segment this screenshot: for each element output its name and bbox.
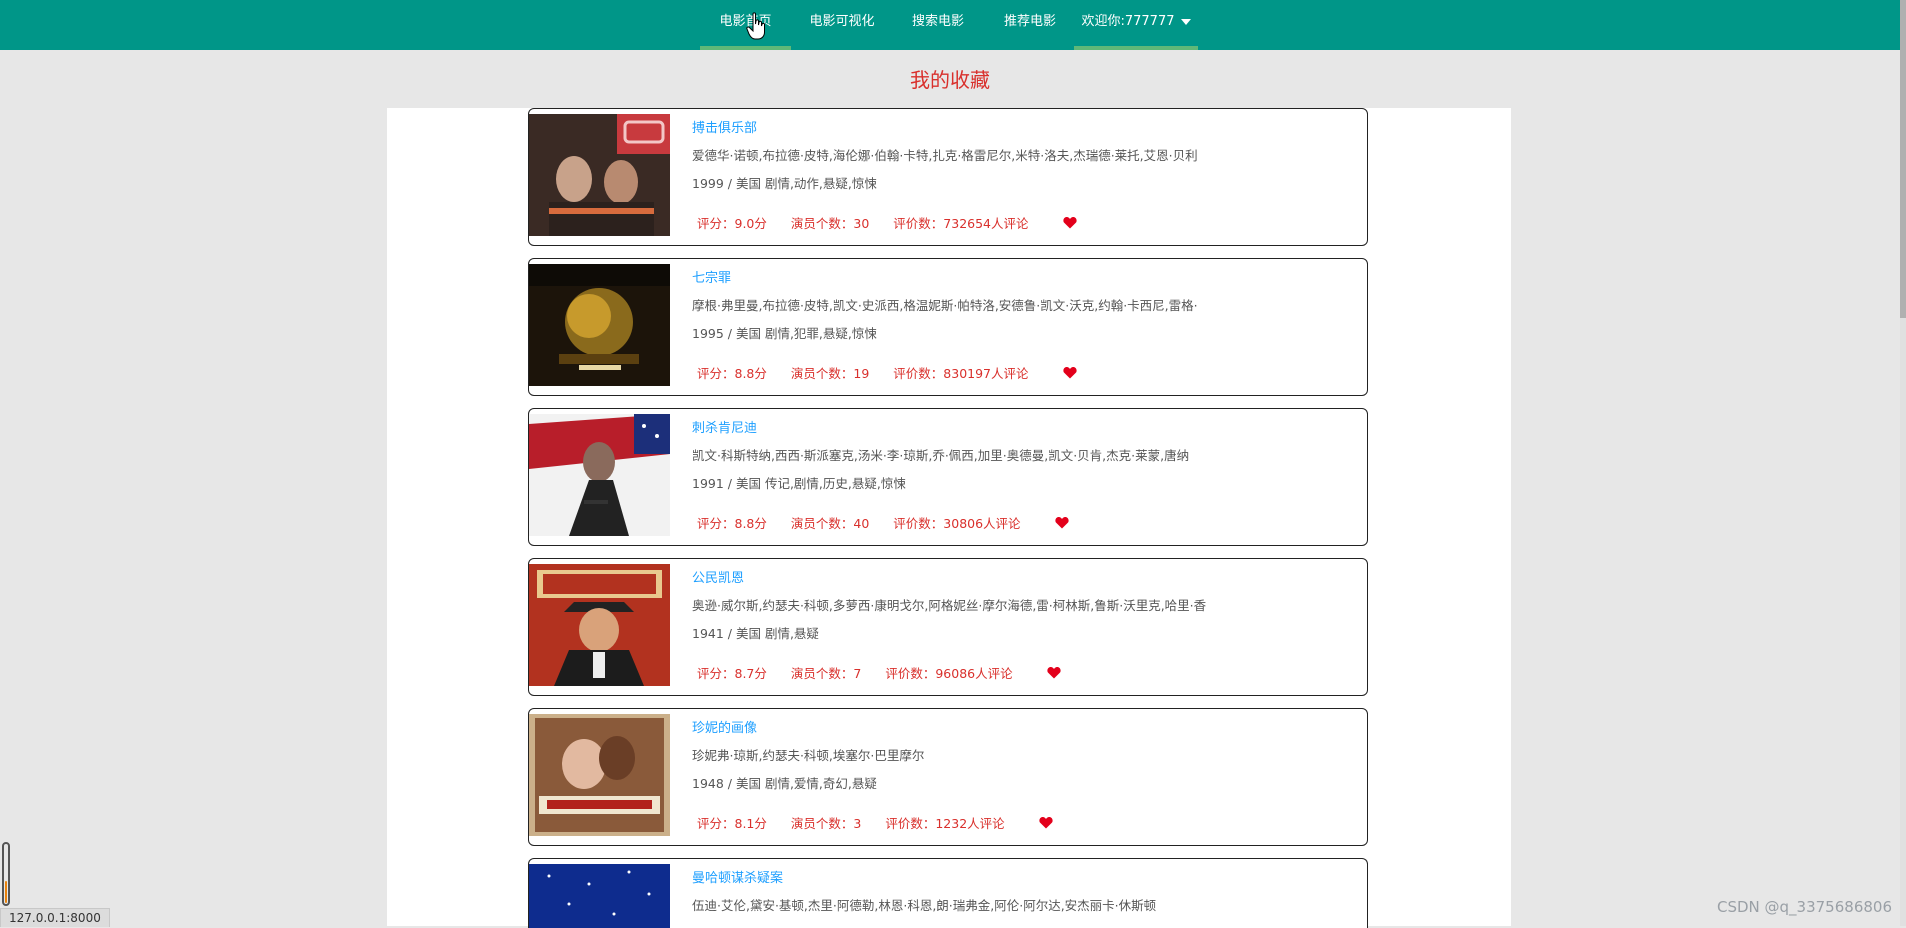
- user-menu-label: 欢迎你:777777: [1081, 14, 1175, 29]
- movie-poster[interactable]: [529, 114, 670, 236]
- status-url: 127.0.0.1:8000: [0, 908, 110, 927]
- page-title: 我的收藏: [910, 68, 990, 92]
- movie-stats: 评分：9.0分 演员个数：30 评价数：732654人评论: [697, 213, 1077, 232]
- movie-title-link[interactable]: 公民凯恩: [692, 567, 744, 586]
- movie-card: 珍妮的画像 珍妮弗·琼斯,约瑟夫·科顿,埃塞尔·巴里摩尔 1948 / 美国 剧…: [528, 708, 1368, 846]
- movie-review-count: 评价数：1232人评论: [885, 816, 1005, 831]
- movie-rating: 评分：8.8分: [697, 366, 767, 381]
- movie-actors: 奥逊·威尔斯,约瑟夫·科顿,多萝西·康明戈尔,阿格妮丝·摩尔海德,雷·柯林斯,鲁…: [692, 598, 1207, 613]
- movie-meta: 1995 / 美国 剧情,犯罪,悬疑,惊悚: [692, 326, 877, 341]
- movie-card: 搏击俱乐部 爱德华·诺顿,布拉德·皮特,海伦娜·伯翰·卡特,扎克·格雷尼尔,米特…: [528, 108, 1368, 246]
- movie-poster[interactable]: [529, 564, 670, 686]
- movie-card: 公民凯恩 奥逊·威尔斯,约瑟夫·科顿,多萝西·康明戈尔,阿格妮丝·摩尔海德,雷·…: [528, 558, 1368, 696]
- chevron-down-icon: [1180, 18, 1191, 25]
- side-panel-handle[interactable]: [2, 842, 10, 906]
- heart-icon[interactable]: [1047, 666, 1061, 679]
- nav-item-label: 搜索电影: [911, 14, 964, 29]
- movie-actor-count: 演员个数：30: [790, 216, 870, 231]
- nav-item-label: 电影可视化: [809, 14, 875, 29]
- heart-icon[interactable]: [1039, 816, 1053, 829]
- movie-card: 七宗罪 摩根·弗里曼,布拉德·皮特,凯文·史派西,格温妮斯·帕特洛,安德鲁·凯文…: [528, 258, 1368, 396]
- movie-actor-count: 演员个数：40: [790, 516, 870, 531]
- heart-icon[interactable]: [1062, 216, 1077, 229]
- heart-icon[interactable]: [1062, 366, 1077, 379]
- nav-item-recommend[interactable]: 推荐电影: [985, 0, 1075, 50]
- movie-poster[interactable]: [529, 414, 670, 536]
- movie-meta: 1948 / 美国 剧情,爱情,奇幻,悬疑: [692, 776, 877, 791]
- movie-stats: 评分：8.8分 演员个数：40 评价数：30806人评论: [697, 513, 1069, 532]
- nav-item-label: 推荐电影: [1003, 14, 1056, 29]
- movie-review-count: 评价数：30806人评论: [893, 516, 1021, 531]
- movie-title-link[interactable]: 七宗罪: [692, 267, 731, 286]
- nav-active-indicator: [700, 46, 791, 50]
- movie-actors: 凯文·科斯特纳,西西·斯派塞克,汤米·李·琼斯,乔·佩西,加里·奥德曼,凯文·贝…: [692, 448, 1190, 463]
- scrollbar-thumb[interactable]: [1900, 0, 1906, 318]
- movie-actors: 伍迪·艾伦,黛安·基顿,杰里·阿德勒,林恩·科恩,朗·瑞弗金,阿伦·阿尔达,安杰…: [692, 898, 1157, 913]
- movie-title-link[interactable]: 搏击俱乐部: [692, 117, 757, 136]
- nav-item-visualization[interactable]: 电影可视化: [797, 0, 887, 50]
- movie-stats: 评分：8.1分 演员个数：3 评价数：1232人评论: [697, 813, 1053, 832]
- movie-rating: 评分：9.0分: [697, 216, 767, 231]
- movie-review-count: 评价数：830197人评论: [893, 366, 1029, 381]
- movie-card: 刺杀肯尼迪 凯文·科斯特纳,西西·斯派塞克,汤米·李·琼斯,乔·佩西,加里·奥德…: [528, 408, 1368, 546]
- movie-poster[interactable]: [529, 864, 670, 928]
- nav-active-indicator: [1074, 46, 1198, 50]
- movie-meta: 1999 / 美国 剧情,动作,悬疑,惊悚: [692, 176, 877, 191]
- movie-meta: 1991 / 美国 传记,剧情,历史,悬疑,惊悚: [692, 476, 906, 491]
- nav-item-search[interactable]: 搜索电影: [893, 0, 983, 50]
- movie-poster[interactable]: [529, 714, 670, 836]
- movie-stats: 评分：8.7分 演员个数：7 评价数：96086人评论: [697, 663, 1061, 682]
- side-panel-handle-fill: [5, 881, 7, 903]
- user-menu[interactable]: 欢迎你:777777: [1074, 0, 1198, 50]
- movie-poster[interactable]: [529, 264, 670, 386]
- watermark: CSDN @q_3375686806: [1717, 898, 1892, 916]
- movie-actor-count: 演员个数：7: [790, 666, 862, 681]
- heart-icon[interactable]: [1054, 516, 1069, 529]
- movie-review-count: 评价数：96086人评论: [885, 666, 1013, 681]
- movie-actor-count: 演员个数：3: [790, 816, 862, 831]
- movie-rating: 评分：8.7分: [697, 666, 767, 681]
- movie-rating: 评分：8.8分: [697, 516, 767, 531]
- movie-title-link[interactable]: 曼哈顿谋杀疑案: [692, 867, 783, 886]
- movie-actors: 爱德华·诺顿,布拉德·皮特,海伦娜·伯翰·卡特,扎克·格雷尼尔,米特·洛夫,杰瑞…: [692, 148, 1198, 163]
- movie-rating: 评分：8.1分: [697, 816, 767, 831]
- movie-review-count: 评价数：732654人评论: [893, 216, 1029, 231]
- movie-actor-count: 演员个数：19: [790, 366, 870, 381]
- movie-stats: 评分：8.8分 演员个数：19 评价数：830197人评论: [697, 363, 1077, 382]
- movie-title-link[interactable]: 珍妮的画像: [692, 717, 757, 736]
- movie-actors: 摩根·弗里曼,布拉德·皮特,凯文·史派西,格温妮斯·帕特洛,安德鲁·凯文·沃克,…: [692, 298, 1198, 313]
- movie-card: 曼哈顿谋杀疑案 伍迪·艾伦,黛安·基顿,杰里·阿德勒,林恩·科恩,朗·瑞弗金,阿…: [528, 858, 1368, 928]
- movie-title-link[interactable]: 刺杀肯尼迪: [692, 417, 757, 436]
- top-navbar: 电影首页 电影可视化 搜索电影 推荐电影 欢迎你:777777: [0, 0, 1900, 50]
- movie-meta: 1941 / 美国 剧情,悬疑: [692, 626, 819, 641]
- hand-cursor-icon: [746, 12, 765, 40]
- movie-actors: 珍妮弗·琼斯,约瑟夫·科顿,埃塞尔·巴里摩尔: [692, 748, 925, 763]
